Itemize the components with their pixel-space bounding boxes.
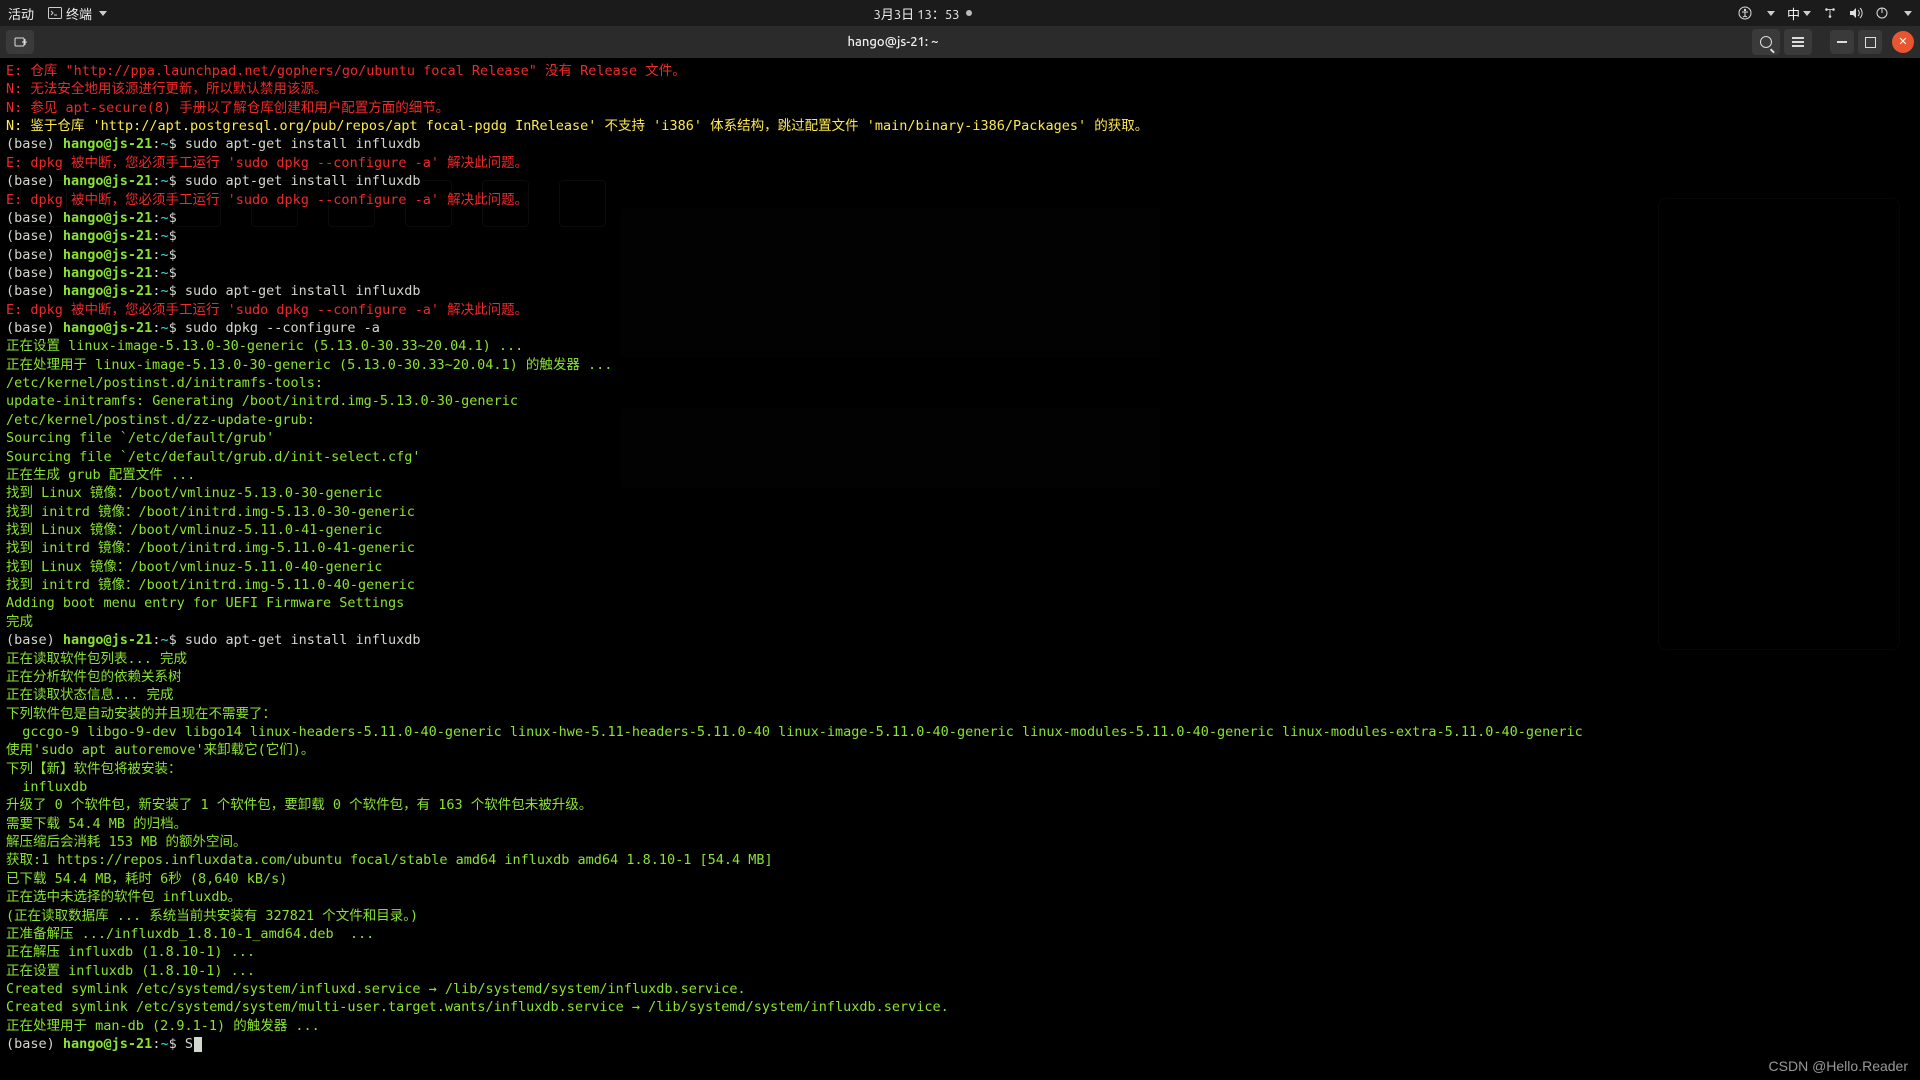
terminal-line: (base) hango@js-21:~$ xyxy=(6,209,1914,227)
terminal-line: Adding boot menu entry for UEFI Firmware… xyxy=(6,594,1914,612)
clock[interactable]: 3月3日 13：53 xyxy=(874,4,960,23)
close-button[interactable]: ✕ xyxy=(1892,31,1914,53)
system-menu-chevron-icon xyxy=(1904,11,1912,16)
cursor xyxy=(194,1037,202,1052)
close-icon: ✕ xyxy=(1898,37,1907,48)
terminal-line: 获取:1 https://repos.influxdata.com/ubuntu… xyxy=(6,851,1914,869)
new-tab-icon xyxy=(13,36,27,48)
terminal-content[interactable]: E: 仓库 "http://ppa.launchpad.net/gophers/… xyxy=(0,58,1920,1057)
search-icon xyxy=(1760,36,1772,48)
new-tab-button[interactable] xyxy=(6,30,34,54)
volume-icon[interactable] xyxy=(1849,6,1863,20)
minimize-icon xyxy=(1837,41,1847,43)
terminal-line: N: 参见 apt-secure(8) 手册以了解仓库创建和用户配置方面的细节。 xyxy=(6,99,1914,117)
terminal-app-icon xyxy=(48,6,62,20)
notification-dot-icon xyxy=(966,10,972,16)
terminal-line: 下列软件包是自动安装的并且现在不需要了： xyxy=(6,705,1914,723)
terminal-line: update-initramfs: Generating /boot/initr… xyxy=(6,392,1914,410)
terminal-line: N: 无法安全地用该源进行更新，所以默认禁用该源。 xyxy=(6,80,1914,98)
terminal-line: N: 鉴于仓库 'http://apt.postgresql.org/pub/r… xyxy=(6,117,1914,135)
terminal-line: 正准备解压 .../influxdb_1.8.10-1_amd64.deb ..… xyxy=(6,925,1914,943)
terminal-line: (base) hango@js-21:~$ sudo dpkg --config… xyxy=(6,319,1914,337)
minimize-button[interactable] xyxy=(1830,30,1854,54)
window-title: hango@js-21: ~ xyxy=(34,35,1752,49)
chevron-down-icon xyxy=(1767,11,1775,16)
accessibility-icon[interactable] xyxy=(1738,6,1752,20)
maximize-button[interactable] xyxy=(1858,30,1882,54)
terminal-line: (base) hango@js-21:~$ sudo apt-get insta… xyxy=(6,631,1914,649)
terminal-line: 找到 initrd 镜像：/boot/initrd.img-5.13.0-30-… xyxy=(6,503,1914,521)
terminal-line: (base) hango@js-21:~$ xyxy=(6,227,1914,245)
terminal-line: E: dpkg 被中断，您必须手工运行 'sudo dpkg --configu… xyxy=(6,154,1914,172)
active-app[interactable]: 终端 xyxy=(48,4,107,23)
terminal-line: 升级了 0 个软件包，新安装了 1 个软件包，要卸载 0 个软件包，有 163 … xyxy=(6,796,1914,814)
terminal-line: 找到 Linux 镜像：/boot/vmlinuz-5.11.0-41-gene… xyxy=(6,521,1914,539)
terminal-line: 正在设置 influxdb (1.8.10-1) ... xyxy=(6,962,1914,980)
terminal-line: 使用'sudo apt autoremove'来卸载它(它们)。 xyxy=(6,741,1914,759)
ime-indicator[interactable]: 中 xyxy=(1787,4,1811,23)
terminal-line: (base) hango@js-21:~$ xyxy=(6,246,1914,264)
terminal-viewport[interactable]: E: 仓库 "http://ppa.launchpad.net/gophers/… xyxy=(0,58,1920,1080)
gnome-topbar: 活动 终端 3月3日 13：53 中 xyxy=(0,0,1920,26)
terminal-line: E: dpkg 被中断，您必须手工运行 'sudo dpkg --configu… xyxy=(6,301,1914,319)
terminal-line: 解压缩后会消耗 153 MB 的额外空间。 xyxy=(6,833,1914,851)
power-icon[interactable] xyxy=(1875,6,1889,20)
terminal-line: (base) hango@js-21:~$ sudo apt-get insta… xyxy=(6,135,1914,153)
terminal-line: 找到 initrd 镜像：/boot/initrd.img-5.11.0-41-… xyxy=(6,539,1914,557)
terminal-line: 正在生成 grub 配置文件 ... xyxy=(6,466,1914,484)
terminal-line: E: 仓库 "http://ppa.launchpad.net/gophers/… xyxy=(6,62,1914,80)
terminal-line: 正在处理用于 man-db (2.9.1-1) 的触发器 ... xyxy=(6,1017,1914,1035)
terminal-line: /etc/kernel/postinst.d/zz-update-grub: xyxy=(6,411,1914,429)
terminal-line: 完成 xyxy=(6,613,1914,631)
terminal-line: 正在处理用于 linux-image-5.13.0-30-generic (5.… xyxy=(6,356,1914,374)
app-menu-chevron-icon xyxy=(99,11,107,16)
maximize-icon xyxy=(1865,37,1876,48)
chevron-down-icon xyxy=(1803,11,1811,16)
menu-button[interactable] xyxy=(1784,29,1812,55)
terminal-line: /etc/kernel/postinst.d/initramfs-tools: xyxy=(6,374,1914,392)
network-icon[interactable] xyxy=(1823,6,1837,20)
activities-button[interactable]: 活动 xyxy=(8,4,34,23)
terminal-line: (base) hango@js-21:~$ S xyxy=(6,1035,1914,1053)
hamburger-icon xyxy=(1792,41,1804,43)
terminal-line: (base) hango@js-21:~$ sudo apt-get insta… xyxy=(6,172,1914,190)
terminal-line: Created symlink /etc/systemd/system/mult… xyxy=(6,998,1914,1016)
terminal-line: Sourcing file `/etc/default/grub.d/init-… xyxy=(6,448,1914,466)
terminal-line: 正在解压 influxdb (1.8.10-1) ... xyxy=(6,943,1914,961)
terminal-line: 找到 initrd 镜像：/boot/initrd.img-5.11.0-40-… xyxy=(6,576,1914,594)
terminal-line: 正在分析软件包的依赖关系树 xyxy=(6,668,1914,686)
terminal-line: (base) hango@js-21:~$ xyxy=(6,264,1914,282)
terminal-line: Created symlink /etc/systemd/system/infl… xyxy=(6,980,1914,998)
terminal-line: 正在读取软件包列表... 完成 xyxy=(6,650,1914,668)
terminal-line: (base) hango@js-21:~$ sudo apt-get insta… xyxy=(6,282,1914,300)
terminal-line: E: dpkg 被中断，您必须手工运行 'sudo dpkg --configu… xyxy=(6,191,1914,209)
terminal-line: 下列【新】软件包将被安装： xyxy=(6,760,1914,778)
terminal-line: 找到 Linux 镜像：/boot/vmlinuz-5.11.0-40-gene… xyxy=(6,558,1914,576)
watermark: CSDN @Hello.Reader xyxy=(1769,1058,1908,1074)
terminal-line: 正在设置 linux-image-5.13.0-30-generic (5.13… xyxy=(6,337,1914,355)
terminal-headerbar: hango@js-21: ~ ✕ xyxy=(0,26,1920,58)
terminal-line: gccgo-9 libgo-9-dev libgo14 linux-header… xyxy=(6,723,1914,741)
terminal-line: 正在选中未选择的软件包 influxdb。 xyxy=(6,888,1914,906)
terminal-line: 正在读取状态信息... 完成 xyxy=(6,686,1914,704)
terminal-line: 找到 Linux 镜像：/boot/vmlinuz-5.13.0-30-gene… xyxy=(6,484,1914,502)
search-button[interactable] xyxy=(1752,29,1780,55)
terminal-line: Sourcing file `/etc/default/grub' xyxy=(6,429,1914,447)
terminal-line: 需要下载 54.4 MB 的归档。 xyxy=(6,815,1914,833)
terminal-line: influxdb xyxy=(6,778,1914,796)
terminal-line: 已下载 54.4 MB，耗时 6秒 (8,640 kB/s) xyxy=(6,870,1914,888)
terminal-line: (正在读取数据库 ... 系统当前共安装有 327821 个文件和目录。) xyxy=(6,907,1914,925)
